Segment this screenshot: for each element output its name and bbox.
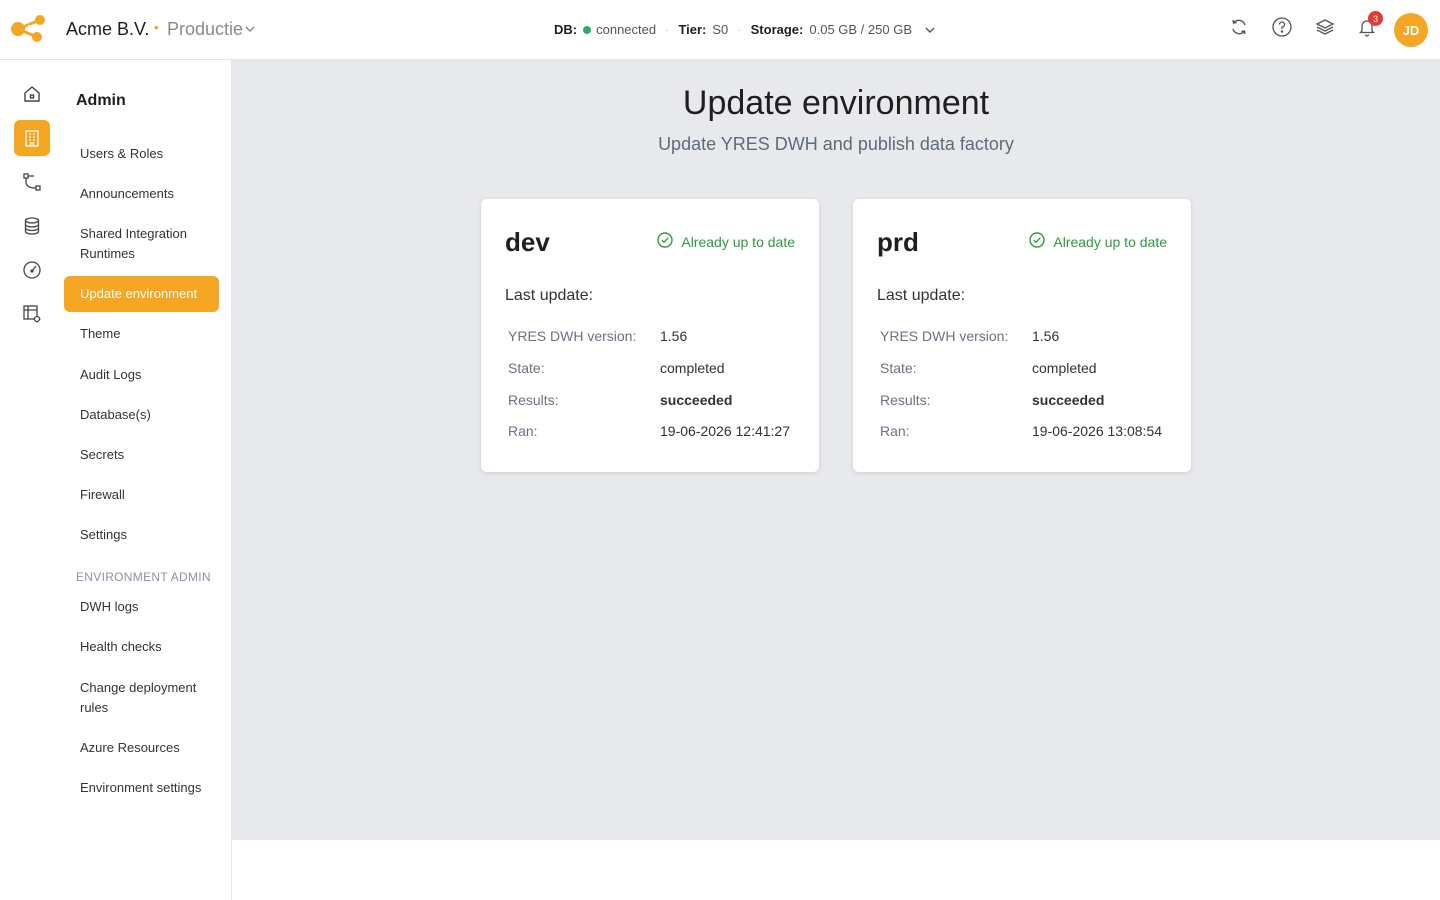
logo-icon[interactable] — [10, 13, 48, 45]
info-key: Results: — [508, 392, 559, 408]
main-content: Update environment Update YRES DWH and p… — [232, 60, 1440, 840]
sidebar-item-users-roles[interactable]: Users & Roles — [64, 144, 219, 164]
sidebar-title: Admin — [76, 92, 126, 109]
check-circle-icon — [1029, 232, 1053, 251]
table-settings-icon[interactable] — [14, 296, 50, 332]
environment-selector[interactable]: Productie — [167, 19, 243, 40]
sidebar-item-environment-settings[interactable]: Environment settings — [64, 778, 219, 798]
sidebar-item-shared-integration-runtimes[interactable]: Shared Integration Runtimes — [64, 224, 219, 264]
last-update-label: Last update: — [877, 287, 966, 304]
info-key: YRES DWH version: — [880, 328, 1009, 344]
info-key: Ran: — [880, 423, 910, 439]
version-value: 1.56 — [660, 328, 688, 344]
status-badge: Already up to date — [657, 232, 795, 251]
connected-dot — [583, 25, 592, 34]
version-value: 1.56 — [1032, 328, 1060, 344]
pipeline-icon[interactable] — [14, 164, 50, 200]
home-icon[interactable] — [14, 76, 50, 112]
sidebar-item-secrets[interactable]: Secrets — [64, 445, 219, 465]
sidebar-item-dwh-logs[interactable]: DWH logs — [64, 597, 219, 617]
status-text: Already up to date — [681, 233, 795, 250]
separator-dot: · — [737, 22, 742, 37]
top-bar: Acme B.V. • Productie DB: connected · Ti… — [0, 0, 1440, 60]
chevron-down-icon[interactable] — [243, 22, 257, 36]
refresh-icon[interactable] — [1227, 15, 1251, 39]
storage-value: 0.05 GB / 250 GB — [809, 22, 912, 37]
building-icon[interactable] — [14, 120, 50, 156]
environment-card-prd: prd Already up to date Last update: YRES… — [853, 199, 1191, 472]
status-badge: Already up to date — [1029, 232, 1167, 251]
sidebar-section-title: ENVIRONMENT ADMIN — [76, 570, 211, 584]
company-name[interactable]: Acme B.V. — [66, 19, 149, 40]
tier-label: Tier: — [678, 22, 707, 37]
info-key: Results: — [880, 392, 931, 408]
sidebar-item-update-environment[interactable]: Update environment — [64, 276, 219, 312]
environment-card-dev: dev Already up to date Last update: YRES… — [481, 199, 819, 472]
state-value: completed — [1032, 360, 1097, 376]
environment-name: prd — [877, 227, 919, 257]
sidebar-item-announcements[interactable]: Announcements — [64, 184, 219, 204]
sidebar-item-change-deployment-rules[interactable]: Change deployment rules — [64, 678, 219, 718]
sidebar-item-health-checks[interactable]: Health checks — [64, 637, 219, 657]
sidebar-item-settings[interactable]: Settings — [64, 525, 219, 545]
separator-dot: · — [665, 22, 670, 37]
result-value: succeeded — [1032, 392, 1105, 408]
info-key: Ran: — [508, 423, 538, 439]
db-label: DB: — [554, 22, 578, 37]
page-subtitle: Update YRES DWH and publish data factory — [658, 134, 1014, 154]
environment-name: dev — [505, 227, 550, 257]
sidebar-item-audit-logs[interactable]: Audit Logs — [64, 365, 219, 385]
db-status: connected — [596, 22, 657, 37]
sidebar-item-theme[interactable]: Theme — [64, 324, 219, 344]
state-value: completed — [660, 360, 725, 376]
help-icon[interactable] — [1270, 15, 1294, 39]
database-icon[interactable] — [14, 208, 50, 244]
separator-dot: • — [154, 19, 159, 35]
info-key: State: — [880, 360, 917, 376]
sidebar-item-firewall[interactable]: Firewall — [64, 485, 219, 505]
storage-label: Storage: — [750, 22, 804, 37]
info-key: State: — [508, 360, 545, 376]
ran-value: 19-06-2026 12:41:27 — [660, 423, 790, 439]
gauge-icon[interactable] — [14, 252, 50, 288]
result-value: succeeded — [660, 392, 733, 408]
status-text: Already up to date — [1053, 233, 1167, 250]
last-update-label: Last update: — [505, 287, 594, 304]
ran-value: 19-06-2026 13:08:54 — [1032, 423, 1162, 439]
sidebar-item-azure-resources[interactable]: Azure Resources — [64, 738, 219, 758]
check-circle-icon — [657, 232, 681, 251]
notification-badge: 3 — [1368, 11, 1383, 26]
avatar[interactable]: JD — [1394, 13, 1428, 47]
info-key: YRES DWH version: — [508, 328, 637, 344]
sidebar-item-databases[interactable]: Database(s) — [64, 405, 219, 425]
status-bar: DB: connected · Tier: S0 · Storage: 0.05… — [554, 22, 936, 37]
tier-value: S0 — [712, 22, 729, 37]
page-title: Update environment — [682, 84, 990, 122]
layers-icon[interactable] — [1313, 15, 1337, 39]
chevron-down-icon[interactable] — [924, 24, 936, 36]
